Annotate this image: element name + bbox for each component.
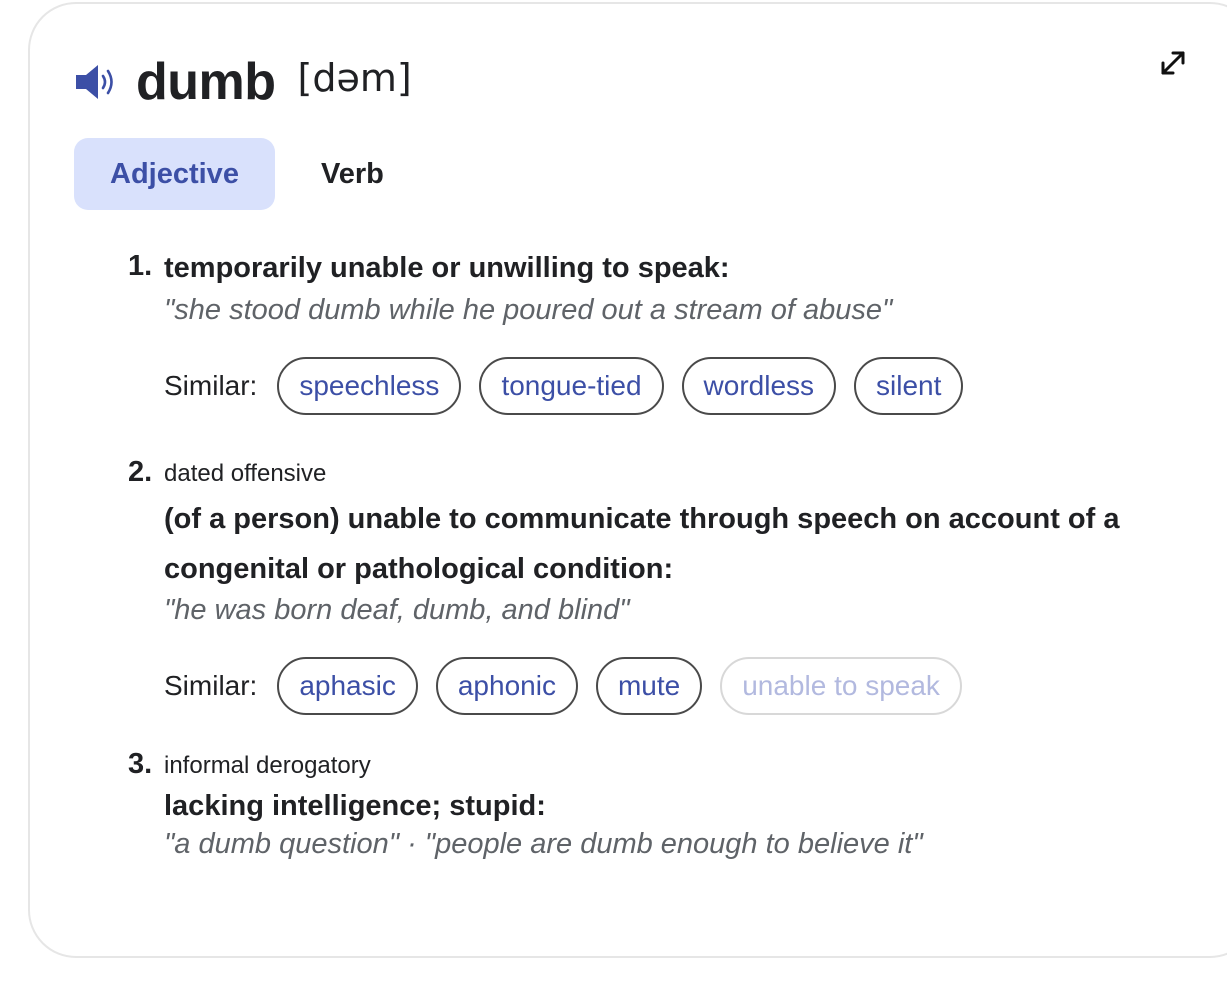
phonetic: [dəm] <box>297 56 412 100</box>
definition: temporarily unable or unwilling to speak… <box>164 252 730 284</box>
similar-chip-aphonic[interactable]: aphonic <box>435 657 578 715</box>
part-of-speech-tabs: Adjective Verb <box>74 138 394 210</box>
similar-chip-silent[interactable]: silent <box>854 357 964 415</box>
similar-label: Similar: <box>164 370 258 401</box>
usage-labels: dated offensive <box>164 460 327 487</box>
definition: (of a person) unable to communicate thro… <box>164 503 1120 585</box>
similar-chip-speechless[interactable]: speechless <box>277 357 462 415</box>
example: "a dumb question" · "people are dumb eno… <box>164 828 923 860</box>
entry-header: dumb [dəm] <box>74 52 412 112</box>
tab-adjective[interactable]: Adjective <box>74 138 275 210</box>
similar-chip-wordless[interactable]: wordless <box>681 357 837 415</box>
usage-labels: informal derogatory <box>164 752 371 779</box>
expand-icon[interactable] <box>1158 48 1188 78</box>
sense-number: 1. <box>128 250 153 282</box>
similar-chip-unable-to-speak[interactable]: unable to speak <box>720 657 962 715</box>
similar-chip-aphasic[interactable]: aphasic <box>277 657 418 715</box>
headword: dumb <box>136 53 276 111</box>
similar-row: Similar: speechless tongue-tied wordless… <box>164 357 1154 415</box>
speaker-icon[interactable] <box>74 62 118 102</box>
example: "he was born deaf, dumb, and blind" <box>164 594 630 626</box>
sense-number: 3. <box>128 748 153 780</box>
sense-number: 2. <box>128 456 153 488</box>
example: "she stood dumb while he poured out a st… <box>164 294 893 326</box>
similar-label: Similar: <box>164 670 258 701</box>
similar-chip-tongue-tied[interactable]: tongue-tied <box>479 357 664 415</box>
similar-row: Similar: aphasic aphonic mute unable to … <box>164 657 1154 715</box>
definition: lacking intelligence; stupid: <box>164 790 546 822</box>
similar-chip-mute[interactable]: mute <box>595 657 703 715</box>
tab-verb[interactable]: Verb <box>311 138 394 210</box>
